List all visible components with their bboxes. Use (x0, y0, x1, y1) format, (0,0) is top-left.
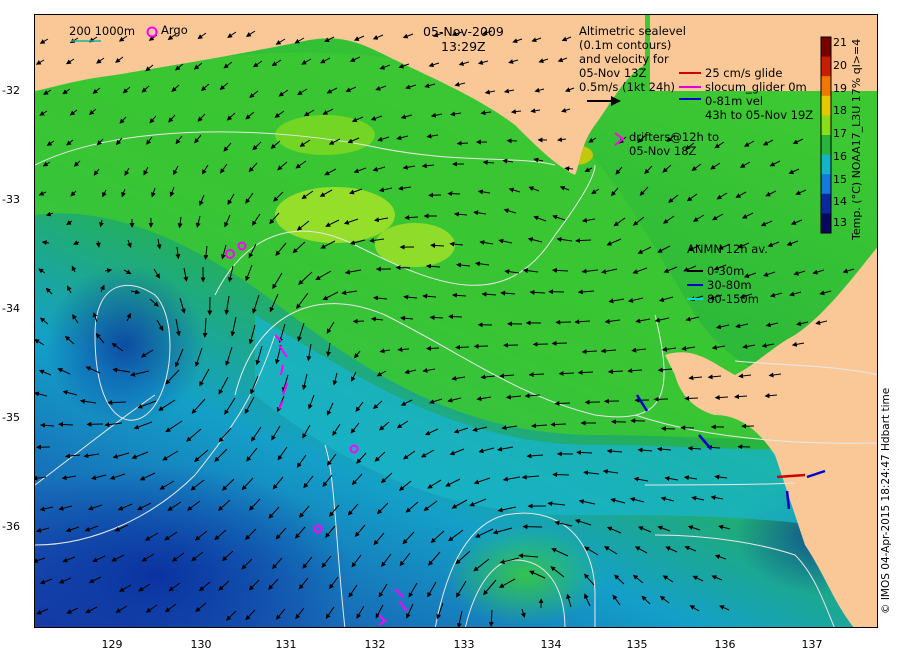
velocity-arrow (107, 400, 127, 406)
colorbar-tick: 13 (833, 216, 847, 229)
colorbar-tick: 18 (833, 104, 847, 117)
copyright-credit: © IMOS 04-Apr-2015 18:24:47 Hdbart time (880, 387, 892, 614)
anmn-legend-item: 30-80m (707, 278, 752, 292)
colorbar-segment (821, 193, 831, 214)
altimetry-note-2: (0.1m contours) (579, 38, 672, 52)
glider-legend-vel: 0-81m vel (705, 94, 764, 108)
colorbar-tick: 20 (833, 59, 847, 72)
argo-legend-text: Argo (161, 23, 188, 37)
isobath-legend-text: 200 1000m (69, 24, 136, 38)
velocity-arrow (426, 345, 440, 351)
velocity-arrow (448, 314, 463, 320)
velocity-arrow (714, 394, 729, 400)
anmn-legend-item: 80-150m (707, 292, 759, 306)
velocity-arrow (352, 318, 365, 324)
x-tick-label: 135 (626, 638, 648, 651)
map-date: 05-Nov-2009 (423, 24, 504, 39)
x-tick-label: 136 (714, 638, 736, 651)
map-panel: 200 1000m Argo 05-Nov-2009 13:29Z Altime… (34, 14, 878, 628)
colorbar-tick: 16 (833, 150, 847, 163)
colorbar-segment (821, 135, 831, 156)
velocity-arrow (576, 449, 593, 455)
anmn-legend-title: ANMN 12h av. (687, 242, 768, 256)
velocity-arrow (564, 166, 574, 172)
warm-patch-1 (275, 187, 395, 243)
colorbar-segment (821, 37, 831, 58)
y-tick-label: -33 (2, 193, 20, 206)
velocity-arrow (456, 140, 469, 146)
velocity-arrow (552, 472, 570, 478)
drifters-legend-2: 05-Nov 18Z (629, 144, 697, 158)
x-tick-label: 130 (190, 638, 212, 651)
x-tick-label: 137 (801, 638, 823, 651)
velocity-arrow (550, 421, 567, 427)
glider-legend-window: 43h to 05-Nov 19Z (705, 108, 814, 122)
map-time: 13:29Z (441, 39, 486, 54)
colorbar-tick: 21 (833, 36, 847, 49)
y-tick-label: -35 (2, 411, 20, 424)
x-tick-label: 133 (453, 638, 475, 651)
colorbar-label: Temp. (°C) NOAA17_L3U 17% ql>=4 (850, 38, 863, 240)
velocity-arrow (660, 426, 676, 432)
velocity-arrow (558, 371, 575, 377)
colorbar-tick: 17 (833, 127, 847, 140)
velocity-arrow (447, 191, 461, 197)
x-tick-label: 129 (101, 638, 123, 651)
velocity-arrow (577, 370, 594, 376)
altimetry-note-4: 05-Nov 13Z (579, 66, 647, 80)
colorbar-tick: 14 (833, 195, 847, 208)
colorbar-segment (821, 56, 831, 77)
drifters-legend-1: drifters@12h to (629, 130, 719, 144)
velocity-arrow (455, 344, 470, 350)
glider-legend-glide: 25 cm/s glide (705, 66, 783, 80)
colorbar-tick: 19 (833, 82, 847, 95)
velocity-arrow (551, 340, 568, 346)
y-tick-label: -34 (2, 302, 20, 315)
colorbar-segment (821, 154, 831, 175)
velocity-arrow (554, 400, 571, 406)
velocity-arrow (684, 395, 699, 401)
colorbar-tick: 15 (833, 173, 847, 186)
altimetry-note-1: Altimetric sealevel (579, 24, 686, 38)
colorbar-segment (821, 115, 831, 136)
colorbar-segment (821, 174, 831, 195)
colorbar-segment (821, 95, 831, 116)
velocity-arrow (429, 315, 444, 321)
colorbar (820, 36, 832, 234)
altimetry-note-5: 0.5m/s (1kt 24h) (579, 80, 676, 94)
altimetry-note-3: and velocity for (579, 52, 669, 66)
velocity-arrow (395, 265, 411, 271)
anmn-legend-item: 0-30m (707, 264, 745, 278)
x-tick-label: 134 (540, 638, 562, 651)
x-tick-label: 131 (275, 638, 297, 651)
y-tick-label: -36 (2, 520, 20, 533)
colorbar-segment (821, 213, 831, 234)
x-tick-label: 132 (364, 638, 386, 651)
colorbar-segment (821, 76, 831, 97)
glider-legend-surface: slocum_glider 0m (705, 80, 807, 94)
y-tick-label: -32 (2, 84, 20, 97)
